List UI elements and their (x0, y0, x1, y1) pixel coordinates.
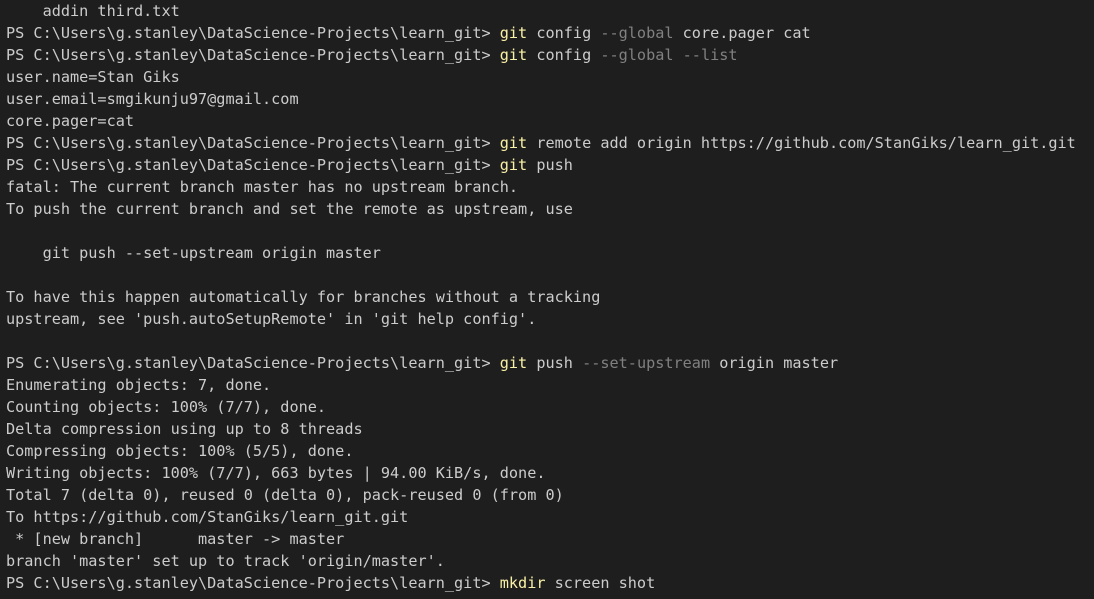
command-argument: origin master (710, 354, 839, 372)
output-line: fatal: The current branch master has no … (6, 178, 519, 196)
output-line: Compressing objects: 100% (5/5), done. (6, 442, 354, 460)
command-flag: --global (600, 24, 674, 42)
command-flag: --set-upstream (582, 354, 711, 372)
command-argument: core.pager cat (673, 24, 811, 42)
command-name: git (499, 354, 528, 372)
command-name: git (499, 24, 528, 42)
terminal-output: addin third.txt PS C:\Users\g.stanley\Dat… (6, 0, 1094, 594)
command-flag: --global --list (600, 46, 738, 64)
prompt-path: PS C:\Users\g.stanley\DataScience-Projec… (6, 354, 500, 372)
output-line: Writing objects: 100% (7/7), 663 bytes |… (6, 464, 546, 482)
output-line: user.email=smgikunju97@gmail.com (6, 90, 299, 108)
output-line: user.name=Stan Giks (6, 68, 180, 86)
command-argument: push (527, 354, 583, 372)
command-name: git (499, 156, 528, 174)
output-line: Enumerating objects: 7, done. (6, 376, 272, 394)
output-line: core.pager=cat (6, 112, 135, 130)
output-line: Delta compression using up to 8 threads (6, 420, 363, 438)
output-line: upstream, see 'push.autoSetupRemote' in … (6, 310, 537, 328)
prompt-line: PS C:\Users\g.stanley\DataScience-Projec… (6, 132, 1094, 154)
output-line: Counting objects: 100% (7/7), done. (6, 398, 327, 416)
prompt-path: PS C:\Users\g.stanley\DataScience-Projec… (6, 46, 500, 64)
output-line: branch 'master' set up to track 'origin/… (6, 552, 445, 570)
output-line: To https://github.com/StanGiks/learn_git… (6, 508, 409, 526)
command-argument: config (527, 46, 601, 64)
output-line: * [new branch] master -> master (6, 530, 345, 548)
command-argument: push (527, 156, 573, 174)
prompt-path: PS C:\Users\g.stanley\DataScience-Projec… (6, 156, 500, 174)
prompt-path: PS C:\Users\g.stanley\DataScience-Projec… (6, 134, 500, 152)
terminal-window[interactable]: addin third.txt PS C:\Users\g.stanley\Dat… (0, 0, 1094, 599)
prompt-path: PS C:\Users\g.stanley\DataScience-Projec… (6, 24, 500, 42)
output-line: To push the current branch and set the r… (6, 200, 573, 218)
command-name: git (499, 46, 528, 64)
command-argument: config (527, 24, 601, 42)
prompt-line: PS C:\Users\g.stanley\DataScience-Projec… (6, 44, 1094, 66)
prompt-line: PS C:\Users\g.stanley\DataScience-Projec… (6, 154, 1094, 176)
output-line: Total 7 (delta 0), reused 0 (delta 0), p… (6, 486, 564, 504)
command-name: git (499, 134, 528, 152)
output-line: git push --set-upstream origin master (6, 244, 381, 262)
prompt-line: PS C:\Users\g.stanley\DataScience-Projec… (6, 572, 1094, 594)
output-line: addin third.txt (6, 2, 180, 20)
prompt-path: PS C:\Users\g.stanley\DataScience-Projec… (6, 574, 500, 592)
prompt-line: PS C:\Users\g.stanley\DataScience-Projec… (6, 22, 1094, 44)
prompt-line: PS C:\Users\g.stanley\DataScience-Projec… (6, 352, 1094, 374)
output-line: To have this happen automatically for br… (6, 288, 601, 306)
command-argument: remote add origin https://github.com/Sta… (527, 134, 1076, 152)
command-argument: screen shot (545, 574, 656, 592)
command-name: mkdir (499, 574, 546, 592)
